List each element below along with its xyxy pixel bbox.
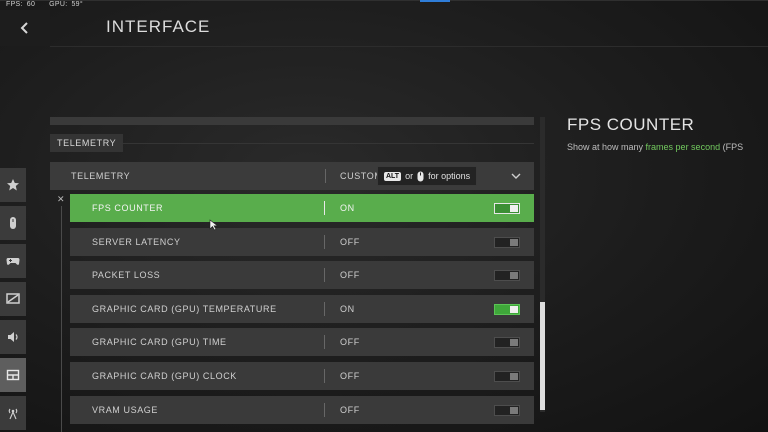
toggle-switch[interactable] [494, 270, 520, 282]
row-divider [324, 268, 325, 283]
top-border [0, 0, 768, 1]
option-row-gpu-clock[interactable]: GRAPHIC CARD (GPU) CLOCK OFF [70, 361, 534, 390]
row-divider [324, 234, 325, 249]
option-value: ON [340, 303, 355, 314]
fps-value: 60 [26, 1, 36, 8]
page-title: INTERFACE [106, 17, 211, 36]
sidebar-tab-network[interactable] [0, 396, 26, 430]
tooltip-suffix: for options [428, 171, 471, 181]
collapse-icon[interactable]: ✕ [57, 194, 65, 205]
desc-highlight: frames per second [645, 142, 721, 152]
fps-overlay: FPS: 60 GPU: 59° [6, 1, 87, 8]
chevron-left-icon [20, 22, 28, 34]
option-label: GRAPHIC CARD (GPU) TIME [92, 337, 227, 348]
sidebar-tab-controller[interactable] [0, 244, 26, 278]
gpu-label: GPU: [49, 1, 68, 8]
section-divider [120, 143, 534, 144]
interface-icon [6, 369, 20, 381]
option-row-gpu-time[interactable]: GRAPHIC CARD (GPU) TIME OFF [70, 328, 534, 357]
toggle-switch[interactable] [494, 203, 520, 214]
gpu-value: 59° [71, 1, 83, 8]
sidebar-tab-interface[interactable] [0, 358, 26, 392]
row-divider [325, 169, 326, 183]
toggle-knob [510, 205, 518, 212]
star-icon [7, 179, 19, 191]
mouse-icon [417, 171, 424, 181]
desc-prefix: Show at how many [567, 142, 646, 152]
info-panel-title: FPS COUNTER [567, 115, 695, 134]
option-label: SERVER LATENCY [92, 236, 181, 247]
speaker-icon [8, 332, 18, 342]
row-divider [324, 335, 325, 350]
row-divider [324, 201, 325, 215]
row-divider [324, 301, 325, 316]
telemetry-options-list: FPS COUNTER ON SERVER LATENCY OFF PACKET… [70, 194, 534, 429]
toggle-knob [510, 406, 518, 414]
fps-label: FPS: [6, 1, 23, 8]
toggle-knob [510, 272, 518, 280]
option-row-server-latency[interactable]: SERVER LATENCY OFF [70, 227, 534, 256]
info-panel-description: Show at how many frames per second (FPS [567, 142, 743, 152]
top-accent-bar [420, 0, 450, 2]
row-divider [324, 402, 325, 417]
toggle-switch[interactable] [494, 404, 520, 416]
sidebar [0, 168, 26, 432]
option-label: GRAPHIC CARD (GPU) TEMPERATURE [92, 303, 277, 314]
desc-suffix: (FPS [720, 142, 744, 152]
option-row-packet-loss[interactable]: PACKET LOSS OFF [70, 261, 534, 290]
option-value: ON [340, 203, 355, 213]
network-icon [8, 408, 18, 420]
option-row-gpu-temperature[interactable]: GRAPHIC CARD (GPU) TEMPERATURE ON [70, 294, 534, 323]
sidebar-tab-graphics[interactable] [0, 282, 26, 316]
toggle-switch[interactable] [494, 370, 520, 382]
option-row-vram-usage[interactable]: VRAM USAGE OFF [70, 395, 534, 424]
option-value: OFF [340, 370, 360, 381]
sidebar-tab-mouse[interactable] [0, 206, 26, 240]
option-row-fps-counter[interactable]: FPS COUNTER ON [70, 194, 534, 222]
toggle-switch[interactable] [494, 337, 520, 349]
option-value: OFF [340, 236, 360, 247]
option-label: VRAM USAGE [92, 404, 159, 415]
option-value: OFF [340, 270, 360, 281]
option-label: GRAPHIC CARD (GPU) CLOCK [92, 370, 237, 381]
alt-key-icon: ALT [384, 171, 402, 181]
section-header: TELEMETRY [50, 134, 124, 152]
gamepad-icon [6, 258, 20, 265]
controller-icon [10, 217, 16, 229]
option-label: PACKET LOSS [92, 270, 161, 281]
toggle-knob [510, 372, 518, 380]
toggle-knob [510, 305, 518, 313]
tooltip-or: or [405, 171, 414, 181]
sidebar-tab-audio[interactable] [0, 320, 26, 354]
back-button[interactable] [0, 10, 50, 46]
display-icon [6, 293, 20, 304]
mouse-cursor-icon [209, 219, 219, 231]
toggle-switch[interactable] [494, 236, 520, 248]
option-value: OFF [340, 404, 360, 415]
telemetry-dropdown-label: TELEMETRY [71, 171, 131, 181]
options-tooltip: ALT or for options [377, 166, 478, 186]
row-divider [324, 368, 325, 383]
scrollbar-thumb[interactable] [540, 302, 545, 410]
option-label: FPS COUNTER [92, 203, 164, 213]
toggle-switch[interactable] [494, 303, 520, 315]
sidebar-tab-favorites[interactable] [0, 168, 26, 202]
toggle-knob [510, 339, 518, 347]
previous-item-edge [50, 117, 534, 125]
chevron-down-icon [511, 173, 521, 179]
toggle-knob [510, 238, 518, 246]
header-divider [50, 46, 768, 47]
tree-connector [61, 206, 62, 432]
option-value: OFF [340, 337, 360, 348]
